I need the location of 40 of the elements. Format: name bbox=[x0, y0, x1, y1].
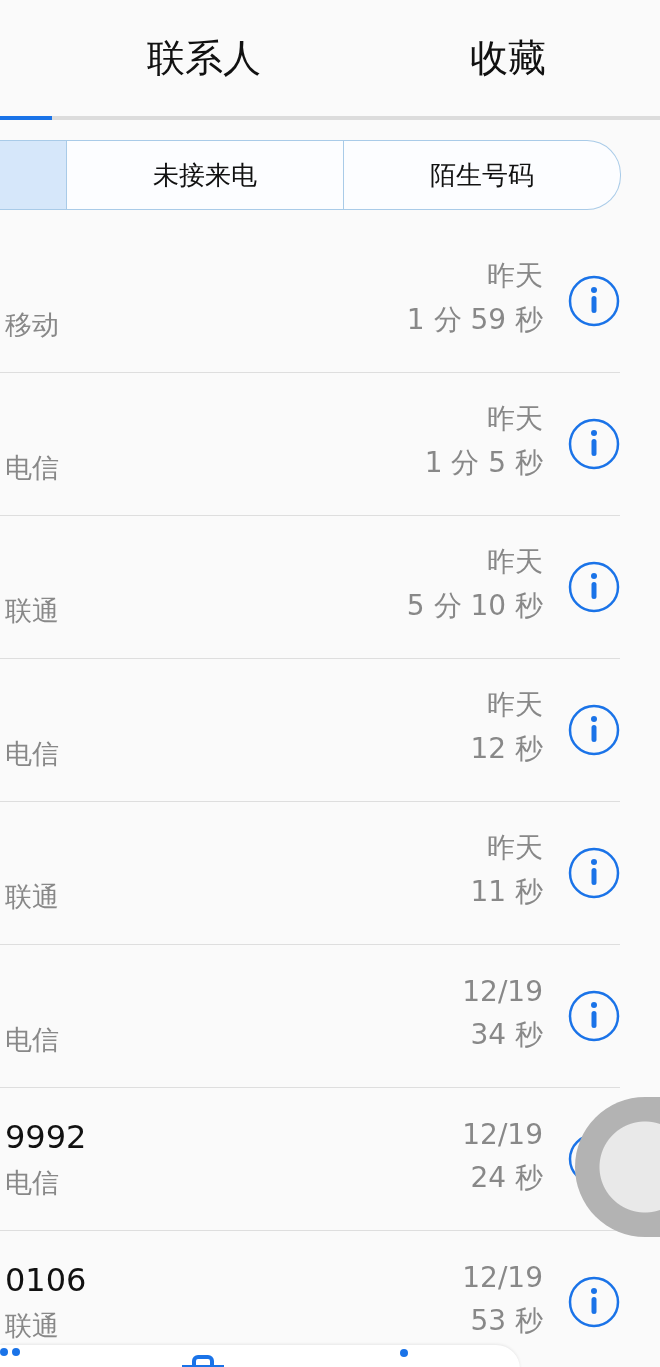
tab-indicator bbox=[0, 116, 52, 120]
info-icon[interactable] bbox=[568, 418, 620, 470]
info-icon[interactable] bbox=[568, 275, 620, 327]
carrier-label: 联通 bbox=[5, 880, 59, 914]
info-icon[interactable] bbox=[568, 847, 620, 899]
tab[interactable]: 联系人 bbox=[147, 32, 261, 84]
call-duration: 1 分 5 秒 bbox=[424, 445, 543, 481]
call-duration: 24 秒 bbox=[470, 1160, 543, 1196]
call-duration: 1 分 59 秒 bbox=[406, 302, 543, 338]
call-duration: 53 秒 bbox=[470, 1303, 543, 1339]
call-duration: 12 秒 bbox=[470, 731, 543, 767]
tab[interactable]: 收藏 bbox=[470, 32, 546, 84]
carrier-label: 联通 bbox=[5, 594, 59, 628]
carrier-label: 电信 bbox=[5, 1166, 59, 1200]
phone-number: 9992 bbox=[5, 1118, 87, 1156]
carrier-label: 联通 bbox=[5, 1309, 59, 1343]
carrier-label: 移动 bbox=[5, 308, 59, 342]
filter-button[interactable]: 陌生号码 bbox=[344, 141, 620, 209]
dot-icon[interactable] bbox=[399, 1348, 409, 1358]
call-date: 12/19 bbox=[462, 1117, 543, 1151]
filter-button[interactable]: 未接来电 bbox=[67, 141, 344, 209]
call-duration: 11 秒 bbox=[470, 874, 543, 910]
info-icon[interactable] bbox=[568, 990, 620, 1042]
info-icon[interactable] bbox=[568, 1276, 620, 1328]
call-date: 12/19 bbox=[462, 1260, 543, 1294]
info-icon[interactable] bbox=[568, 704, 620, 756]
info-icon[interactable] bbox=[568, 561, 620, 613]
call-date: 昨天 bbox=[487, 258, 543, 294]
call-duration: 5 分 10 秒 bbox=[406, 588, 543, 624]
call-date: 昨天 bbox=[487, 830, 543, 866]
dial-pad-icon[interactable] bbox=[0, 1347, 22, 1357]
call-date: 昨天 bbox=[487, 401, 543, 437]
carrier-label: 电信 bbox=[5, 737, 59, 771]
carrier-label: 电信 bbox=[5, 1023, 59, 1057]
call-date: 昨天 bbox=[487, 544, 543, 580]
carrier-label: 电信 bbox=[5, 451, 59, 485]
call-date: 昨天 bbox=[487, 687, 543, 723]
phone-number: 0106 bbox=[5, 1261, 87, 1299]
call-date: 12/19 bbox=[462, 974, 543, 1008]
call-duration: 34 秒 bbox=[470, 1017, 543, 1053]
